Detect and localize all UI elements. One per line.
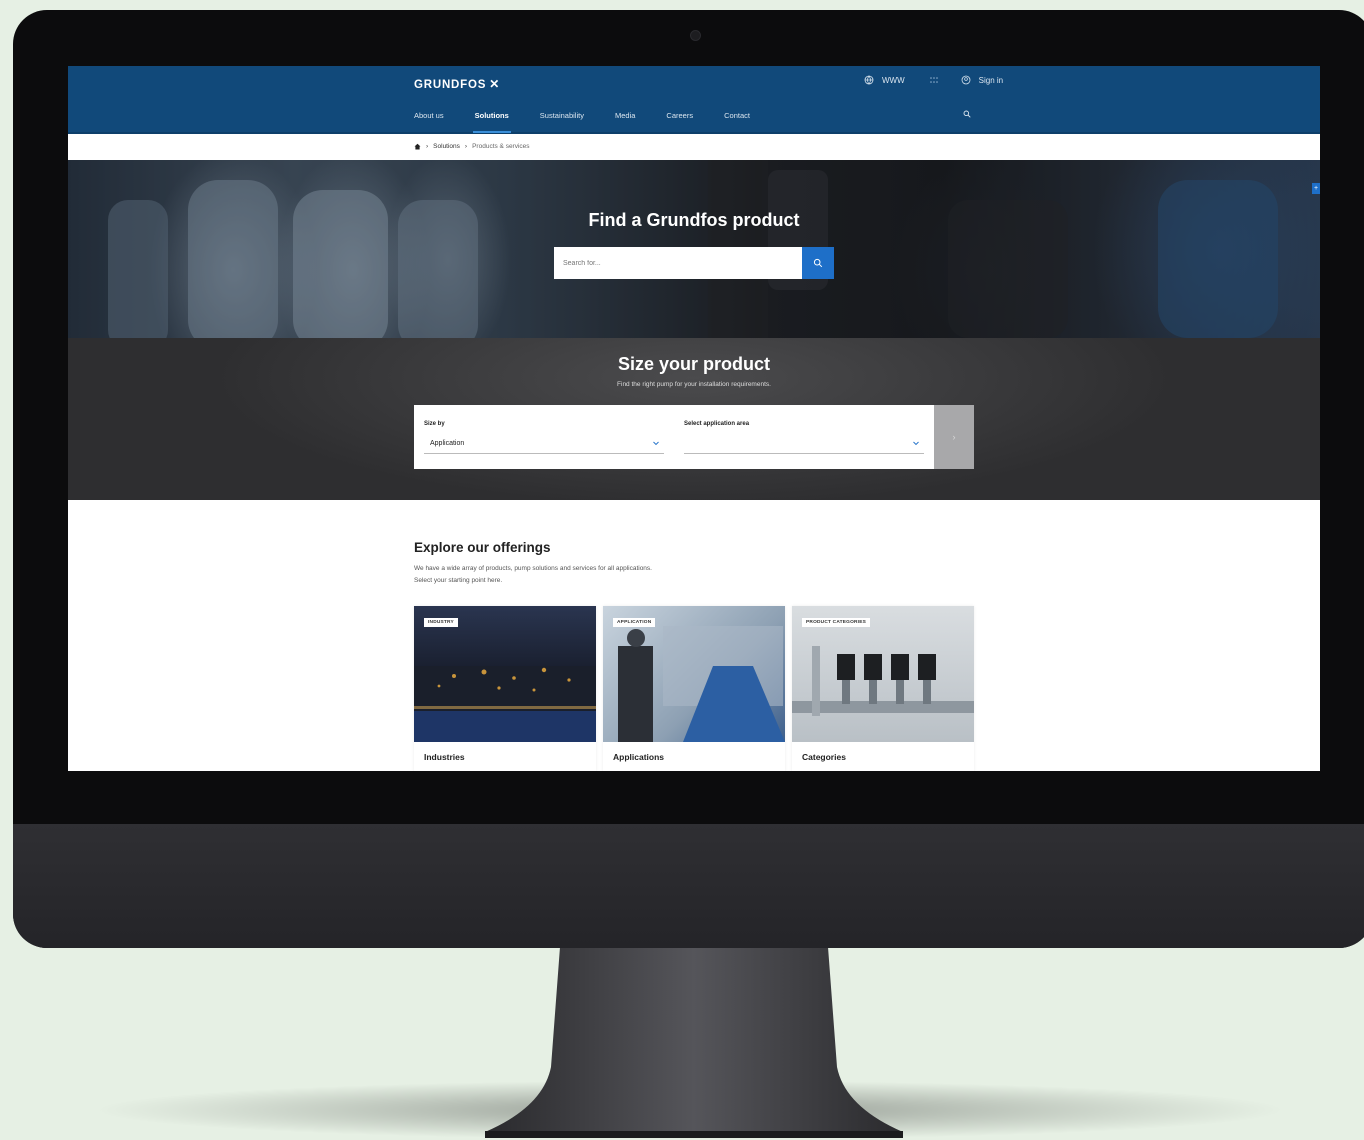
size-by-select[interactable]: Application — [424, 435, 664, 454]
size-by-label: Size by — [424, 421, 445, 427]
nav-item-media[interactable]: Media — [615, 99, 635, 132]
apps-grid-icon[interactable] — [929, 75, 939, 85]
application-image: APPLICATION — [603, 606, 785, 742]
sign-in-link[interactable]: Sign in — [979, 76, 1003, 85]
breadcrumb-current: Products & services — [472, 142, 530, 150]
search-button[interactable] — [802, 247, 834, 279]
product-categories-image: PRODUCT CATEGORIES — [792, 606, 974, 742]
card-applications[interactable]: APPLICATION Applications — [603, 606, 785, 771]
chevron-down-icon — [653, 441, 659, 446]
search-icon — [813, 258, 823, 268]
explore-desc-line-2: Select your starting point here. — [414, 577, 503, 584]
card-categories[interactable]: PRODUCT CATEGORIES Categories — [792, 606, 974, 771]
nav-item-careers[interactable]: Careers — [666, 99, 693, 132]
camera — [690, 30, 701, 41]
breadcrumb-solutions[interactable]: Solutions — [433, 143, 460, 150]
card-title: Categories — [802, 752, 846, 762]
logo-text: GRUNDFOS — [414, 79, 487, 91]
nav-item-solutions[interactable]: Solutions — [472, 99, 511, 133]
card-badge: INDUSTRY — [424, 618, 458, 627]
monitor-chin — [13, 824, 1364, 948]
card-badge: APPLICATION — [613, 618, 656, 627]
breadcrumb-separator: › — [426, 142, 429, 150]
top-bar: GRUNDFOS ✕ WWW Sign in — [68, 66, 1320, 100]
breadcrumb-separator: › — [464, 142, 468, 150]
size-form: Size by Application Select application a… — [414, 405, 934, 469]
explore-title: Explore our offerings — [414, 540, 551, 555]
home-icon[interactable] — [414, 143, 421, 150]
application-area-value — [684, 440, 690, 447]
main-nav: About us Solutions Sustainability Media … — [68, 99, 1320, 134]
application-area-select[interactable] — [684, 435, 924, 454]
explore-section: Explore our offerings We have a wide arr… — [68, 500, 1320, 771]
search-input[interactable] — [554, 247, 795, 279]
nav-list: About us Solutions Sustainability Media … — [414, 99, 781, 133]
industry-image: INDUSTRY — [414, 606, 596, 742]
grundfos-logo[interactable]: GRUNDFOS ✕ — [414, 77, 500, 91]
search-icon[interactable] — [963, 110, 971, 118]
chevron-down-icon — [913, 441, 919, 446]
search-field[interactable] — [554, 247, 802, 279]
top-bar-actions: WWW Sign in — [864, 75, 1003, 85]
monitor-stand — [485, 947, 903, 1138]
explore-description: We have a wide array of products, pump s… — [414, 563, 652, 587]
breadcrumb: › Solutions › Products & services — [414, 136, 530, 156]
application-area-label: Select application area — [684, 421, 750, 427]
feedback-tab[interactable]: + — [1312, 183, 1320, 194]
size-product-section: Size your product Find the right pump fo… — [68, 338, 1320, 500]
size-by-value: Application — [430, 440, 465, 447]
size-submit-button[interactable]: › — [934, 405, 974, 469]
browser-page: GRUNDFOS ✕ WWW Sign in About us Solutions… — [68, 66, 1320, 771]
nav-item-sustainability[interactable]: Sustainability — [540, 99, 584, 132]
chevron-right-icon: › — [952, 432, 956, 442]
hero-banner: Find a Grundfos product + — [68, 160, 1320, 338]
logo-mark-icon: ✕ — [489, 77, 501, 91]
size-title: Size your product — [617, 354, 770, 374]
explore-desc-line-1: We have a wide array of products, pump s… — [414, 565, 652, 572]
card-industries[interactable]: INDUSTRY Industries — [414, 606, 596, 771]
user-icon — [961, 75, 971, 85]
region-selector[interactable]: WWW — [882, 76, 905, 85]
globe-icon — [864, 75, 874, 85]
card-title: Industries — [424, 752, 465, 762]
size-subtitle: Find the right pump for your installatio… — [617, 381, 771, 388]
card-badge: PRODUCT CATEGORIES — [802, 618, 871, 627]
hero-title: Find a Grundfos product — [588, 210, 800, 230]
nav-item-about-us[interactable]: About us — [414, 99, 444, 132]
card-title: Applications — [613, 752, 665, 762]
nav-item-contact[interactable]: Contact — [724, 99, 750, 132]
